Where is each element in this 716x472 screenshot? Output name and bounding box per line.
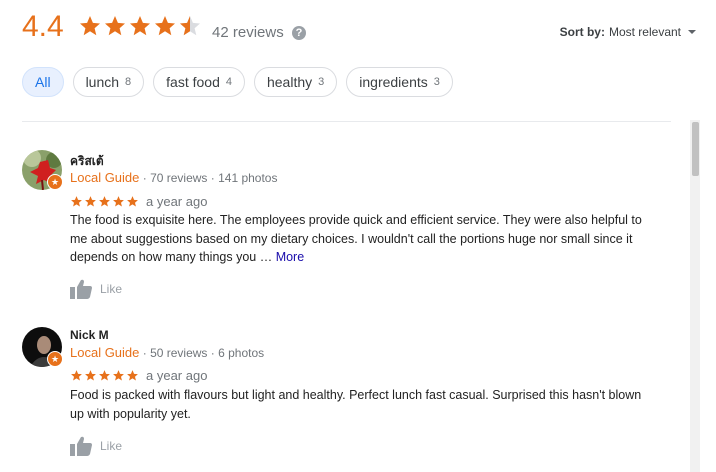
review-text-line: The food is exquisite here. The employee… (70, 213, 642, 227)
topic-filter-chips: All lunch 8 fast food 4 healthy 3 ingred… (22, 67, 453, 97)
sort-value: Most relevant (608, 25, 681, 39)
chip-label: lunch (85, 74, 120, 90)
star-icon (71, 196, 82, 207)
chip-label: healthy (266, 74, 313, 90)
review-stars (70, 195, 139, 208)
chip-all[interactable]: All (22, 67, 64, 97)
scrollbar-thumb[interactable] (692, 122, 699, 176)
review-date: a year ago (146, 368, 208, 383)
like-button[interactable]: Like (70, 436, 122, 456)
half-star-icon (180, 16, 200, 36)
like-label: Like (100, 439, 123, 453)
chip-count: 4 (225, 76, 232, 88)
review-text-line: up with popularity yet. (70, 406, 191, 421)
star-icon (130, 16, 150, 36)
reviewer-review-count: · 70 reviews (142, 171, 208, 185)
review-date: a year ago (146, 194, 208, 209)
average-rating: 4.4 (22, 10, 64, 43)
reviewer-review-count: · 50 reviews (142, 346, 208, 360)
chip-count: 3 (433, 76, 440, 88)
star-icon (155, 16, 175, 36)
local-guide-label: Local Guide (70, 170, 140, 185)
chip-fast-food[interactable]: fast food 4 (153, 67, 245, 97)
review-text-line: Food is packed with flavours but light a… (70, 388, 642, 402)
local-guide-label: Local Guide (70, 345, 140, 360)
chip-ingredients[interactable]: ingredients 3 (346, 67, 453, 97)
review-text-line: depends on how many things you … (70, 250, 276, 264)
like-button[interactable]: Like (70, 279, 122, 299)
star-icon (85, 196, 96, 207)
review-text: Food is packed with flavours but light a… (70, 386, 680, 423)
sort-label: Sort by: (559, 25, 605, 39)
local-guide-badge-icon: ★ (47, 174, 63, 190)
review-text: The food is exquisite here. The employee… (70, 211, 680, 267)
reviewer-name[interactable]: Nick M (70, 328, 109, 342)
reviewer-photo-count: · 141 photos (210, 171, 278, 185)
like-label: Like (100, 282, 123, 296)
reviewer-meta: Local Guide · 50 reviews · 6 photos (70, 345, 264, 360)
star-icon (127, 370, 138, 381)
star-icon (99, 196, 110, 207)
reviewer-meta: Local Guide · 70 reviews · 141 photos (70, 170, 277, 185)
review-stars (70, 369, 139, 382)
caret-down-icon (688, 30, 696, 34)
total-reviews: 42 reviews (212, 24, 284, 41)
review-text-line: me about suggestions based on my dietary… (70, 231, 633, 246)
star-icon (99, 370, 110, 381)
local-guide-badge-icon: ★ (47, 351, 63, 367)
sort-dropdown[interactable]: Sort by: Most relevant (560, 25, 696, 39)
star-icon (127, 196, 138, 207)
chip-count: 8 (125, 76, 132, 88)
reviewer-photo-count: · 6 photos (210, 346, 265, 360)
star-icon (113, 196, 124, 207)
chip-lunch[interactable]: lunch 8 (72, 67, 145, 97)
thumbs-up-icon (70, 436, 92, 456)
chip-label: ingredients (359, 74, 428, 90)
star-icon (85, 370, 96, 381)
star-icon (80, 16, 100, 36)
chip-label: fast food (166, 74, 220, 90)
star-icon (105, 16, 125, 36)
star-icon (71, 370, 82, 381)
rating-stars (78, 14, 202, 38)
chip-healthy[interactable]: healthy 3 (253, 67, 338, 97)
chip-count: 3 (318, 76, 325, 88)
chip-label: All (35, 74, 51, 90)
divider (22, 121, 671, 122)
help-icon[interactable]: ? (292, 26, 306, 40)
more-link[interactable]: More (276, 250, 304, 264)
thumbs-up-icon (70, 279, 92, 299)
reviewer-name[interactable]: คริสเต้ (70, 152, 104, 171)
star-icon (113, 370, 124, 381)
